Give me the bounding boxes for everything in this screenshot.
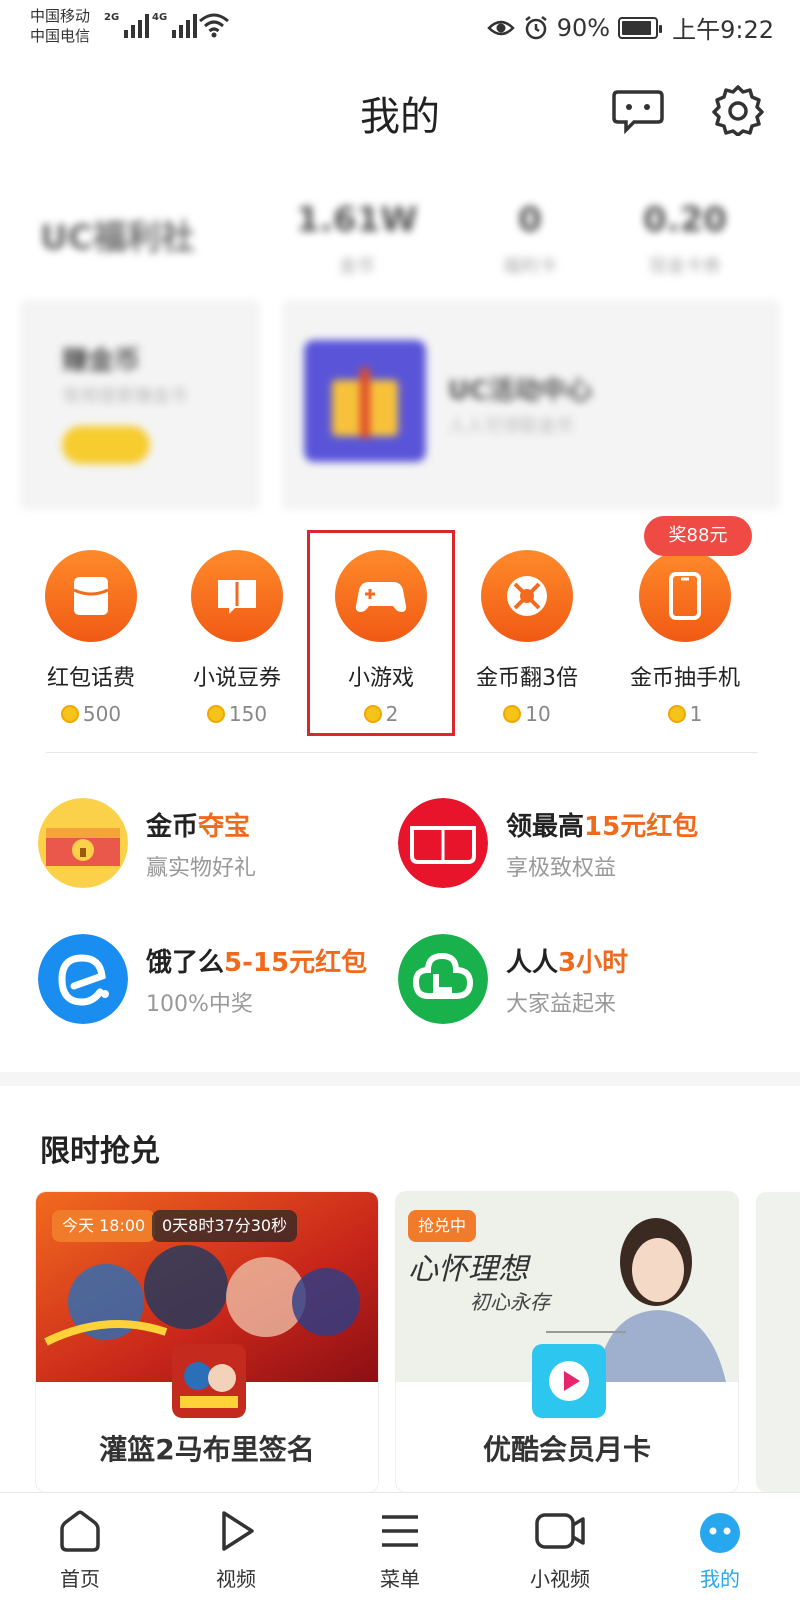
nav-video[interactable]: 视频	[176, 1507, 296, 1592]
coin-icon	[667, 705, 686, 723]
charity-icon	[398, 934, 488, 1024]
wheel-icon	[481, 550, 573, 642]
clock: 上午9:22	[672, 16, 774, 44]
next-card-peek[interactable]	[756, 1192, 800, 1492]
nav-home[interactable]: 首页	[20, 1507, 140, 1592]
eye-icon	[486, 20, 515, 35]
coin-icon	[503, 705, 522, 723]
promo-eleme[interactable]: 饿了么5-15元红包 100%中奖	[38, 930, 408, 1030]
wifi-icon	[199, 13, 229, 38]
alarm-icon	[525, 15, 547, 39]
stat-cash-coupon[interactable]: 0.20 现金卡券	[620, 200, 750, 278]
section-separator	[0, 1072, 800, 1086]
nav-short-video[interactable]: 小视频	[500, 1507, 620, 1592]
welfare-panel: UC福利社 1.61W 金币 0 福利卡 0.20 现金卡券 赚金币 常用搜索赚…	[20, 190, 780, 510]
stat-welfare-card[interactable]: 0 福利卡	[465, 200, 595, 278]
profile-mascot-icon	[700, 1513, 740, 1553]
bottom-nav: 首页 视频 菜单 小视频 我的	[0, 1492, 800, 1600]
coin-icon	[60, 705, 79, 723]
promo-coin-treasure[interactable]: 金币夺宝 赢实物好礼	[38, 794, 408, 894]
section-title: 限时抢兑	[40, 1134, 160, 1169]
basketball-thumbnail	[172, 1344, 246, 1418]
book-icon	[191, 550, 283, 642]
selection-highlight-box	[307, 530, 455, 736]
settings-gear-icon[interactable]	[712, 84, 764, 136]
page-title: 我的	[360, 94, 440, 140]
coins-pill	[62, 426, 150, 464]
carrier-info: 中国移动 中国电信	[30, 6, 90, 46]
divider	[46, 752, 758, 753]
carrier-2: 中国电信	[30, 27, 91, 45]
message-icon[interactable]	[612, 84, 664, 136]
camera-icon	[535, 1513, 585, 1549]
phone-card-icon	[45, 550, 137, 642]
item-name: 灌篮2马布里签名	[99, 1433, 315, 1466]
page-header: 我的	[0, 70, 800, 150]
youku-app-icon	[532, 1344, 606, 1418]
play-icon	[222, 1511, 254, 1551]
battery-icon	[618, 16, 663, 39]
stat-coins[interactable]: 1.61W 金币	[292, 200, 422, 278]
task-item-triple-coins[interactable]: 金币翻3倍 10	[452, 550, 602, 726]
treasure-chest-icon	[38, 798, 128, 888]
nav-mine[interactable]: 我的	[660, 1507, 780, 1592]
promo-charity[interactable]: 人人3小时 大家益起来	[398, 930, 768, 1030]
gift-icon	[304, 340, 426, 462]
banner-slogan-2: 初心永存	[470, 1290, 550, 1314]
home-icon	[60, 1510, 100, 1552]
item-name: 优酷会员月卡	[482, 1433, 651, 1466]
task-item-phone-card[interactable]: 红包话费 500	[16, 550, 166, 726]
welfare-title[interactable]: UC福利社	[40, 210, 195, 259]
task-item-win-phone[interactable]: 金币抽手机 1	[610, 550, 760, 726]
status-bar: 中国移动 中国电信 2G 4G 90% 上午9:22	[0, 0, 800, 52]
countdown-timer: 0天8时37分30秒	[152, 1210, 298, 1242]
banner-slogan-1: 心怀理想	[408, 1252, 528, 1287]
eleme-icon	[38, 934, 128, 1024]
earn-coins-card[interactable]: 赚金币 常用搜索赚金币	[20, 300, 260, 510]
phone-icon	[639, 550, 731, 642]
coin-icon	[206, 705, 225, 723]
battery-percent: 90%	[556, 13, 611, 42]
tmall-icon	[398, 798, 488, 888]
task-item-novel-coupon[interactable]: 小说豆券 150	[162, 550, 312, 726]
signal-1-icon: 2G	[104, 12, 150, 38]
start-time-tag: 今天 18:00	[52, 1210, 156, 1242]
signal-2-icon: 4G	[152, 12, 198, 38]
exchange-card-basketball[interactable]: 今天 18:00 0天8时37分30秒 灌篮2马布里签名	[36, 1192, 378, 1492]
exchange-card-youku[interactable]: 心怀理想 初心永存 抢兑中 优酷会员月卡	[396, 1192, 738, 1492]
activity-center-card[interactable]: UC活动中心 人人可领取金币	[282, 300, 780, 510]
reward-badge: 奖88元	[644, 516, 752, 556]
nav-menu[interactable]: 菜单	[340, 1507, 460, 1592]
exchanging-tag: 抢兑中	[408, 1210, 477, 1242]
menu-icon	[382, 1515, 418, 1547]
carrier-1: 中国移动	[30, 7, 91, 25]
promo-red-envelope[interactable]: 领最高15元红包 享极致权益	[398, 794, 768, 894]
